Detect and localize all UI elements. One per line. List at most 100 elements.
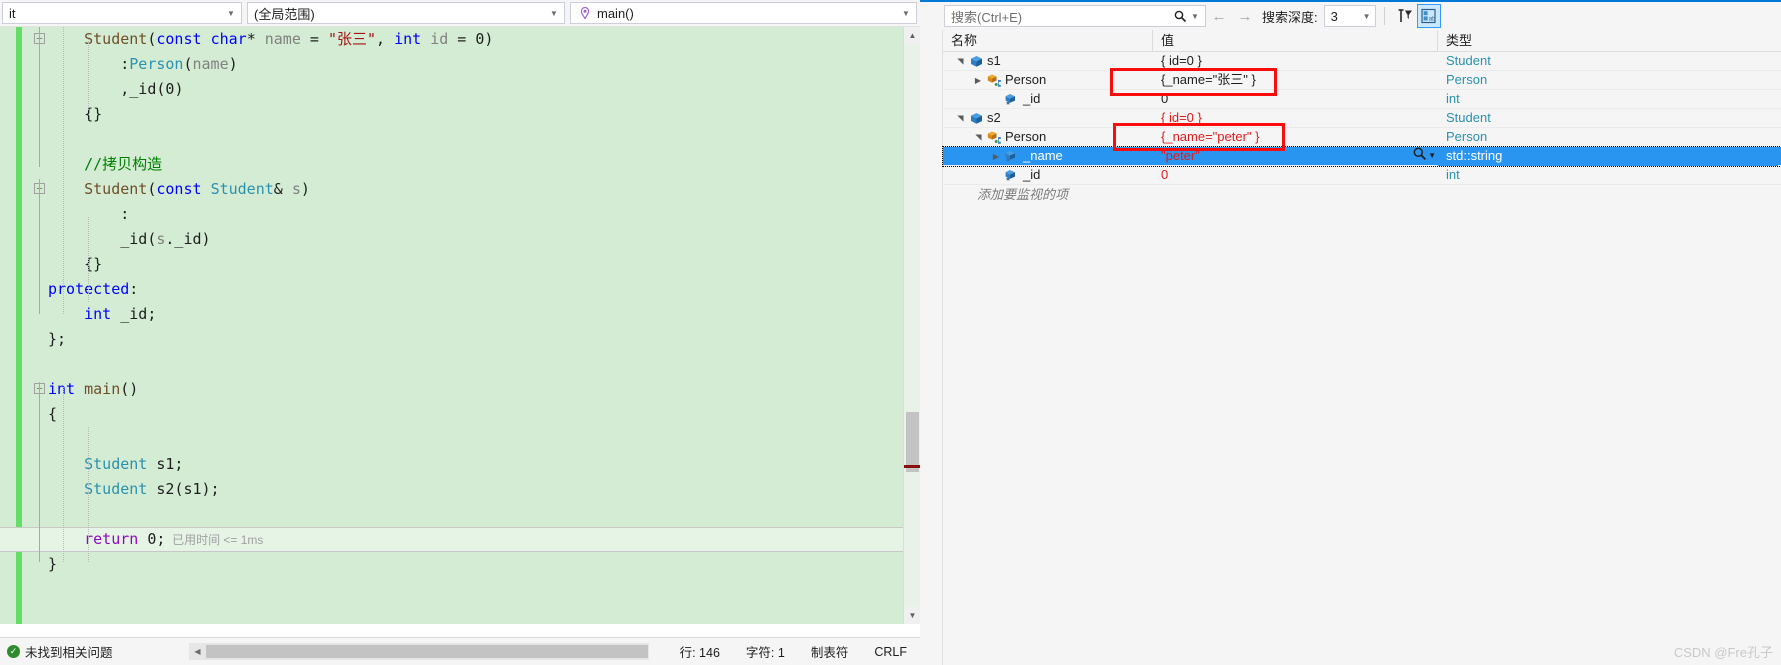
- visual-studio-debug-window: it ▼ (全局范围) ▼ main() ▼ – St: [0, 0, 1781, 665]
- cell-variable-name[interactable]: ◢ s1: [943, 52, 1153, 71]
- search-input[interactable]: 搜索(Ctrl+E) ▼: [944, 5, 1206, 27]
- code-line[interactable]: };: [0, 327, 920, 352]
- code-line[interactable]: {: [0, 402, 920, 427]
- cell-variable-name[interactable]: ▶ _name: [943, 147, 1153, 166]
- search-next-button[interactable]: →: [1232, 4, 1258, 28]
- chevron-down-icon[interactable]: ▼: [1187, 6, 1203, 26]
- code-line[interactable]: Student s1;: [0, 452, 920, 477]
- code-token: int: [48, 380, 76, 398]
- add-watch-row[interactable]: 添加要监视的项: [943, 185, 1781, 204]
- column-header-name[interactable]: 名称: [943, 29, 1153, 52]
- cell-variable-value[interactable]: {_name="peter" }: [1153, 128, 1438, 147]
- code-line[interactable]: :: [0, 202, 920, 227]
- expander-collapsed-icon[interactable]: ▶: [989, 147, 1003, 166]
- code-line[interactable]: {}: [0, 102, 920, 127]
- status-bar: ✓ 未找到相关问题 ◀ ▶ 行: 146 字符: 1 制表符 CRLF: [0, 637, 920, 665]
- code-token: ): [300, 180, 310, 198]
- code-line[interactable]: :Person(name): [0, 52, 920, 77]
- table-row[interactable]: _id 0 int: [943, 166, 1781, 185]
- cell-variable-value[interactable]: { id=0 }: [1153, 109, 1438, 128]
- search-prev-button[interactable]: ←: [1206, 4, 1232, 28]
- code-line[interactable]: return 0; 已用时间 <= 1ms: [0, 527, 920, 552]
- chevron-down-icon[interactable]: ▼: [898, 3, 914, 23]
- code-text-area[interactable]: – Student(const char* name = "张三", int i…: [0, 27, 920, 624]
- code-line[interactable]: – Student(const Student& s): [0, 177, 920, 202]
- cell-variable-value[interactable]: 0: [1153, 166, 1438, 185]
- table-row[interactable]: _id 0 int: [943, 90, 1781, 109]
- watch-rows-container: ◢ s1 { id=0 } Student ▶ Person {_name="张三" } Pe…: [942, 52, 1781, 185]
- code-line[interactable]: [0, 352, 920, 377]
- code-token: int: [394, 30, 422, 48]
- code-token: return: [84, 530, 139, 548]
- structure-guide-line: [39, 27, 40, 167]
- code-line[interactable]: {}: [0, 252, 920, 277]
- code-line[interactable]: protected:: [0, 277, 920, 302]
- code-token: *: [246, 30, 265, 48]
- cell-variable-name[interactable]: ◢ s2: [943, 109, 1153, 128]
- arrow-down-icon[interactable]: ▼: [904, 607, 921, 624]
- column-header-value[interactable]: 值: [1153, 29, 1438, 52]
- chevron-down-icon[interactable]: ▼: [1359, 6, 1375, 26]
- status-issue-indicator[interactable]: ✓ 未找到相关问题: [0, 642, 189, 661]
- project-scope-dropdown[interactable]: it ▼: [2, 2, 242, 24]
- cell-variable-value[interactable]: 0: [1153, 90, 1438, 109]
- code-line[interactable]: ,_id(0): [0, 77, 920, 102]
- table-row[interactable]: ◢ s2 { id=0 } Student: [943, 109, 1781, 128]
- code-line[interactable]: [0, 127, 920, 152]
- chevron-down-icon[interactable]: ▼: [1428, 147, 1436, 165]
- search-depth-dropdown[interactable]: 3 ▼: [1323, 5, 1376, 27]
- cell-variable-name[interactable]: _id: [943, 90, 1153, 109]
- chevron-down-icon[interactable]: ▼: [223, 3, 239, 23]
- variable-value-label: 0: [1161, 167, 1169, 182]
- code-token: }: [48, 555, 58, 573]
- code-line[interactable]: int _id;: [0, 302, 920, 327]
- chevron-down-icon[interactable]: ▼: [546, 3, 562, 23]
- code-line[interactable]: –int main(): [0, 377, 920, 402]
- code-token: =: [448, 30, 476, 48]
- code-line[interactable]: Student s2(s1);: [0, 477, 920, 502]
- code-token: Person: [129, 55, 184, 73]
- member-scope-dropdown[interactable]: main() ▼: [570, 2, 917, 24]
- table-row[interactable]: ◢ Person {_name="peter" } Person: [943, 128, 1781, 147]
- lab-view-icon[interactable]: ab: [1416, 4, 1441, 28]
- magnifier-icon[interactable]: [1172, 9, 1187, 23]
- cell-variable-value[interactable]: "peter" ▼: [1153, 147, 1438, 166]
- expander-expanded-icon[interactable]: ◢: [969, 130, 988, 144]
- pin-filter-icon[interactable]: [1393, 4, 1417, 28]
- table-row[interactable]: ▶ _name "peter" ▼ std::string: [942, 146, 1781, 167]
- expander-expanded-icon[interactable]: ◢: [951, 111, 970, 125]
- code-line[interactable]: //拷贝构造: [0, 152, 920, 177]
- cell-variable-value[interactable]: {_name="张三" }: [1153, 71, 1438, 90]
- arrow-left-icon[interactable]: ◀: [189, 647, 206, 656]
- hscrollbar-thumb[interactable]: [205, 645, 648, 658]
- table-row[interactable]: ◢ s1 { id=0 } Student: [943, 52, 1781, 71]
- code-line[interactable]: _id(s._id): [0, 227, 920, 252]
- editor-vertical-scrollbar[interactable]: ▲ ▼: [903, 27, 921, 624]
- expander-collapsed-icon[interactable]: ▶: [971, 71, 985, 90]
- cell-variable-name[interactable]: _id: [943, 166, 1153, 185]
- code-token: );: [201, 480, 220, 498]
- code-line[interactable]: [0, 427, 920, 452]
- code-token: "张三": [327, 30, 377, 48]
- expander-expanded-icon[interactable]: ◢: [951, 54, 970, 68]
- arrow-up-icon[interactable]: ▲: [904, 27, 921, 44]
- cell-variable-name[interactable]: ▶ Person: [943, 71, 1153, 90]
- namespace-scope-dropdown[interactable]: (全局范围) ▼: [247, 2, 565, 24]
- field-icon: [1003, 168, 1021, 183]
- cell-variable-name[interactable]: ◢ Person: [943, 128, 1153, 147]
- cell-variable-value[interactable]: { id=0 }: [1153, 52, 1438, 71]
- code-line[interactable]: [0, 502, 920, 527]
- code-line[interactable]: – Student(const char* name = "张三", int i…: [0, 27, 920, 52]
- column-header-type[interactable]: 类型: [1438, 30, 1778, 52]
- variable-value-label: { id=0 }: [1161, 53, 1202, 68]
- structure-guide-line: [39, 382, 40, 562]
- table-row[interactable]: ▶ Person {_name="张三" } Person: [943, 71, 1781, 90]
- magnifier-icon[interactable]: [1412, 147, 1427, 166]
- scrollbar-thumb[interactable]: [906, 412, 919, 472]
- editor-horizontal-scrollbar[interactable]: ◀ ▶: [188, 643, 649, 660]
- status-metrics: 行: 146 字符: 1 制表符 CRLF: [667, 642, 920, 661]
- cell-variable-type: Student: [1446, 52, 1491, 68]
- project-scope-value: it: [9, 5, 16, 21]
- code-line[interactable]: }: [0, 552, 920, 577]
